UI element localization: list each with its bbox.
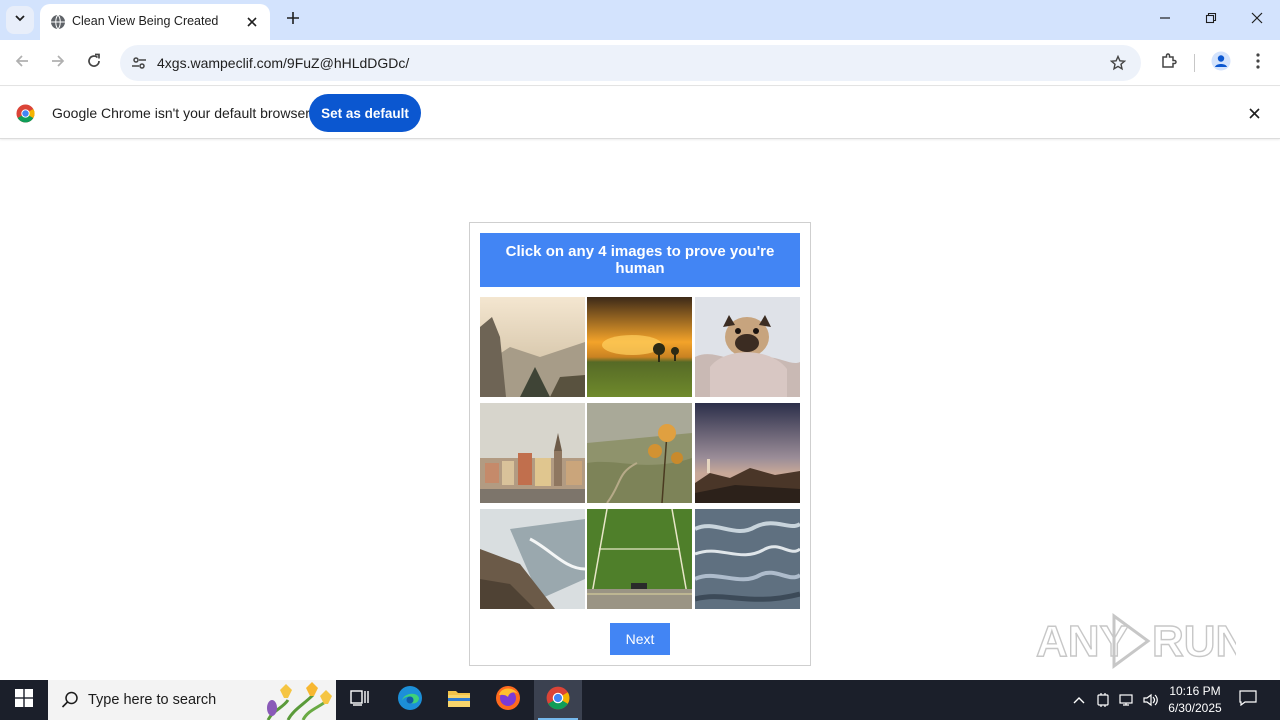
notifications-button[interactable] (1236, 680, 1260, 720)
url-text[interactable]: 4xgs.wampeclif.com/9FuZ@hHLdDGDc/ (157, 55, 409, 71)
task-view-icon (350, 689, 370, 712)
forward-button[interactable] (44, 49, 72, 77)
captcha-instruction: Click on any 4 images to prove you're hu… (480, 233, 800, 287)
edge-icon (397, 685, 423, 716)
flowers-icon (258, 680, 334, 720)
profile-button[interactable] (1207, 49, 1235, 77)
tab-close-icon[interactable] (242, 12, 262, 32)
task-view-button[interactable] (336, 680, 384, 720)
globe-icon (50, 14, 66, 30)
firefox-icon (495, 685, 521, 716)
site-settings-icon[interactable] (128, 52, 150, 74)
image-tile-summit[interactable] (695, 403, 800, 503)
chevron-up-icon (1073, 691, 1085, 709)
start-button[interactable] (0, 680, 48, 720)
tray-device-icon[interactable] (1092, 680, 1114, 720)
chevron-down-icon (14, 11, 26, 29)
image-tile-waves[interactable] (695, 509, 800, 609)
show-hidden-icons-button[interactable] (1068, 680, 1090, 720)
arrow-right-icon (50, 53, 66, 74)
next-button[interactable]: Next (610, 623, 670, 655)
windows-taskbar: Type here to search 10:16 PM 6/30/2025 (0, 680, 1280, 720)
taskbar-search-box[interactable]: Type here to search (48, 680, 336, 720)
image-tile-town[interactable] (480, 403, 585, 503)
image-tile-valley[interactable] (480, 297, 585, 397)
image-grid (480, 297, 800, 609)
reload-button[interactable] (80, 49, 108, 77)
edge-taskbar-button[interactable] (386, 680, 434, 720)
more-vert-icon (1255, 52, 1261, 75)
minimize-button[interactable] (1142, 0, 1188, 40)
arrow-left-icon (14, 53, 30, 74)
anyrun-watermark: ANY RUN (1035, 608, 1248, 672)
tab-search-button[interactable] (6, 6, 34, 34)
search-placeholder: Type here to search (88, 692, 217, 708)
image-tile-savanna[interactable] (587, 297, 692, 397)
svg-text:RUN: RUN (1152, 617, 1236, 666)
extensions-button[interactable] (1155, 49, 1183, 77)
toolbar-divider (1194, 54, 1195, 72)
image-tile-coast[interactable] (480, 509, 585, 609)
restore-button[interactable] (1188, 0, 1234, 40)
chrome-icon (546, 686, 570, 715)
file-explorer-taskbar-button[interactable] (435, 680, 483, 720)
clock-time: 10:16 PM (1169, 684, 1221, 698)
new-tab-button[interactable] (281, 8, 305, 32)
image-tile-pug[interactable] (695, 297, 800, 397)
chrome-taskbar-button[interactable] (534, 680, 582, 720)
close-icon (1251, 11, 1263, 29)
minimize-icon (1159, 11, 1171, 29)
infobar-message: Google Chrome isn't your default browser (52, 105, 310, 121)
image-tile-thistle[interactable] (587, 403, 692, 503)
firefox-taskbar-button[interactable] (484, 680, 532, 720)
image-tile-field[interactable] (587, 509, 692, 609)
tab-strip: Clean View Being Created (0, 0, 1280, 40)
plus-icon (286, 11, 300, 30)
bookmark-star-icon[interactable] (1107, 52, 1129, 74)
back-button[interactable] (8, 49, 36, 77)
close-window-button[interactable] (1234, 0, 1280, 40)
tab-title: Clean View Being Created (72, 14, 219, 28)
clock-date: 6/30/2025 (1168, 701, 1222, 715)
avatar-icon (1211, 51, 1231, 76)
address-bar[interactable]: 4xgs.wampeclif.com/9FuZ@hHLdDGDc/ (120, 45, 1141, 81)
browser-toolbar: 4xgs.wampeclif.com/9FuZ@hHLdDGDc/ (0, 40, 1280, 86)
folder-icon (447, 688, 471, 713)
puzzle-icon (1160, 52, 1178, 75)
network-icon[interactable] (1116, 680, 1138, 720)
restore-icon (1205, 11, 1217, 29)
taskbar-clock[interactable]: 10:16 PM 6/30/2025 (1160, 683, 1230, 717)
default-browser-infobar: Google Chrome isn't your default browser… (0, 87, 1280, 139)
set-as-default-button[interactable]: Set as default (309, 94, 421, 132)
active-tab[interactable]: Clean View Being Created (40, 4, 270, 40)
windows-logo-icon (15, 688, 33, 712)
menu-button[interactable] (1244, 49, 1272, 77)
volume-icon[interactable] (1140, 680, 1162, 720)
reload-icon (86, 53, 102, 74)
infobar-close-icon[interactable] (1244, 103, 1264, 123)
notification-icon (1239, 689, 1257, 711)
chrome-logo-icon (16, 104, 35, 123)
search-icon (60, 690, 80, 710)
captcha-box: Click on any 4 images to prove you're hu… (469, 222, 811, 666)
